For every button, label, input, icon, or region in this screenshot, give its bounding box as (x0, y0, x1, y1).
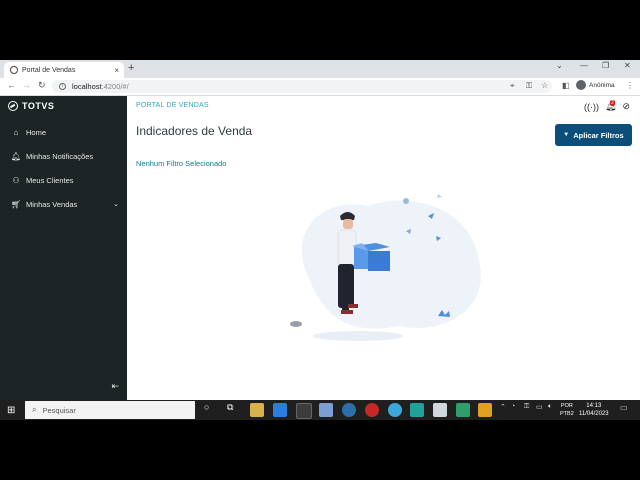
tray-app-icon[interactable]: ◔ (511, 403, 515, 410)
brand-logo: TOTVS (8, 101, 54, 111)
users-icon: ⚇ (12, 175, 20, 185)
taskbar-search-box[interactable]: ⌕ Pesquisar (25, 401, 195, 419)
browser-tabstrip: Portal de Vendas × + ⌄ — ❐ ✕ (0, 60, 640, 78)
language-code: POR (560, 403, 573, 409)
search-icon: ⌕ (32, 405, 37, 414)
profile-avatar-icon (576, 80, 586, 90)
taskbar-search-placeholder: Pesquisar (42, 405, 76, 415)
sidebar-item-clients[interactable]: ⚇ Meus Clientes (0, 168, 127, 192)
system-clock[interactable]: 14:13 11/04/2023 (579, 402, 609, 418)
sidebar-item-home[interactable]: ⌂ Home (0, 120, 127, 144)
sidebar-item-notifications[interactable]: 🔔︎ Minhas Notificações (0, 144, 127, 168)
restore-icon[interactable]: ❐ (602, 61, 609, 70)
windows-taskbar: ⊞ ⌕ Pesquisar ○ ⧉ ⌃ ◔ ⚿ ▭ 🔈︎ POR PTB2 14… (0, 400, 640, 420)
clock-time: 14:13 (586, 403, 602, 409)
language-indicator[interactable]: POR PTB2 (560, 402, 574, 418)
no-filter-link[interactable]: Nenhum Filtro Selecionado (136, 159, 226, 168)
logout-icon[interactable]: ⊘ (622, 101, 630, 112)
apply-filters-label: Aplicar Filtros (573, 130, 624, 140)
reload-icon[interactable]: ↻ (38, 80, 46, 91)
profile-chip[interactable]: Anônima (576, 80, 615, 90)
browser-tab[interactable]: Portal de Vendas × (4, 62, 124, 78)
broadcast-icon[interactable]: ((·)) (584, 102, 599, 112)
sidebar-item-label: Home (26, 127, 47, 137)
totvs-logo-icon (8, 101, 18, 111)
keyboard-layout: PTB2 (560, 411, 574, 417)
screen: Portal de Vendas × + ⌄ — ❐ ✕ ← → ↻ i loc… (0, 60, 640, 420)
apply-filters-button[interactable]: ▼ Aplicar Filtros (555, 124, 632, 146)
app-green-icon[interactable] (456, 403, 470, 417)
home-icon: ⌂ (13, 127, 19, 137)
favicon-icon (10, 66, 18, 74)
tab-title: Portal de Vendas (22, 66, 76, 74)
empty-state-illustration (290, 194, 481, 341)
url-path: :4200/#/ (101, 82, 129, 91)
brand-name: TOTVS (22, 101, 55, 111)
site-info-icon[interactable]: i (59, 83, 66, 90)
cortana-icon[interactable]: ○ (204, 402, 209, 412)
close-tab-icon[interactable]: × (114, 66, 119, 75)
forward-icon[interactable]: → (22, 80, 31, 90)
breadcrumb[interactable]: PORTAL DE VENDAS (136, 102, 209, 109)
bell-icon: 🔔︎ (10, 151, 22, 161)
notifications-bell-icon[interactable]: 🔔︎ 2 (605, 100, 616, 112)
vscode-icon[interactable] (273, 403, 287, 417)
sidepanel-icon[interactable]: ◧ (562, 81, 570, 90)
cart-icon: 🛒︎ (10, 199, 22, 209)
volume-icon[interactable]: 🔈︎ (548, 403, 552, 411)
header-actions: ((·)) 🔔︎ 2 ⊘ (584, 100, 630, 112)
tray-chevron-icon[interactable]: ⌃ (500, 403, 506, 411)
task-view-icon[interactable]: ⧉ (227, 402, 233, 413)
action-center-icon[interactable]: ▭ (620, 403, 628, 412)
url-host: localhost (72, 82, 102, 91)
chrome-icon[interactable] (296, 403, 312, 419)
close-window-icon[interactable]: ✕ (624, 61, 631, 70)
chevron-down-icon: ⌄ (113, 201, 119, 208)
menu-kebab-icon[interactable]: ⋮ (626, 81, 634, 90)
tray-key-icon[interactable]: ⚿ (524, 403, 529, 411)
tab-search-icon[interactable]: ⌄ (556, 61, 563, 70)
sidebar: TOTVS ⌂ Home 🔔︎ Minhas Notificações ⚇ Me… (0, 96, 127, 400)
windows-start-icon[interactable]: ⊞ (7, 405, 15, 416)
app-window-icon[interactable] (433, 403, 447, 417)
minimize-icon[interactable]: — (580, 61, 588, 70)
key-icon[interactable]: ⚿ (526, 81, 532, 91)
app-teal-icon[interactable] (410, 403, 424, 417)
bookmark-star-icon[interactable]: ☆ (541, 81, 548, 90)
file-explorer-icon[interactable] (250, 403, 264, 417)
sidebar-item-label: Minhas Vendas (26, 199, 78, 209)
page-title: Indicadores de Venda (136, 124, 253, 138)
app-circle-icon[interactable] (342, 403, 356, 417)
new-tab-button[interactable]: + (128, 62, 134, 74)
sidebar-item-sales[interactable]: 🛒︎ Minhas Vendas ⌄ (0, 192, 127, 216)
record-app-icon[interactable] (365, 403, 379, 417)
back-icon[interactable]: ← (7, 80, 16, 90)
browser-toolbar: ← → ↻ i localhost:4200/#/ ⌖ ⚿ ☆ ◧ ⋮ (0, 78, 640, 96)
collapse-menu-icon[interactable]: ⇤ (111, 381, 119, 392)
location-icon[interactable]: ⌖ (510, 81, 515, 91)
main-content: PORTAL DE VENDAS ((·)) 🔔︎ 2 ⊘ Indicadores… (128, 96, 640, 400)
app-yellow-icon[interactable] (478, 403, 492, 417)
app-blue-icon[interactable] (388, 403, 402, 417)
address-bar[interactable]: i localhost:4200/#/ (52, 80, 552, 93)
notepad-icon[interactable] (319, 403, 333, 417)
clock-date: 11/04/2023 (579, 411, 609, 417)
sidebar-item-label: Meus Clientes (26, 175, 74, 185)
sidebar-item-label: Minhas Notificações (26, 151, 94, 161)
profile-name: Anônima (589, 81, 615, 89)
filter-icon: ▼ (563, 132, 570, 138)
notification-badge: 2 (610, 100, 615, 106)
network-icon[interactable]: ▭ (536, 403, 543, 411)
